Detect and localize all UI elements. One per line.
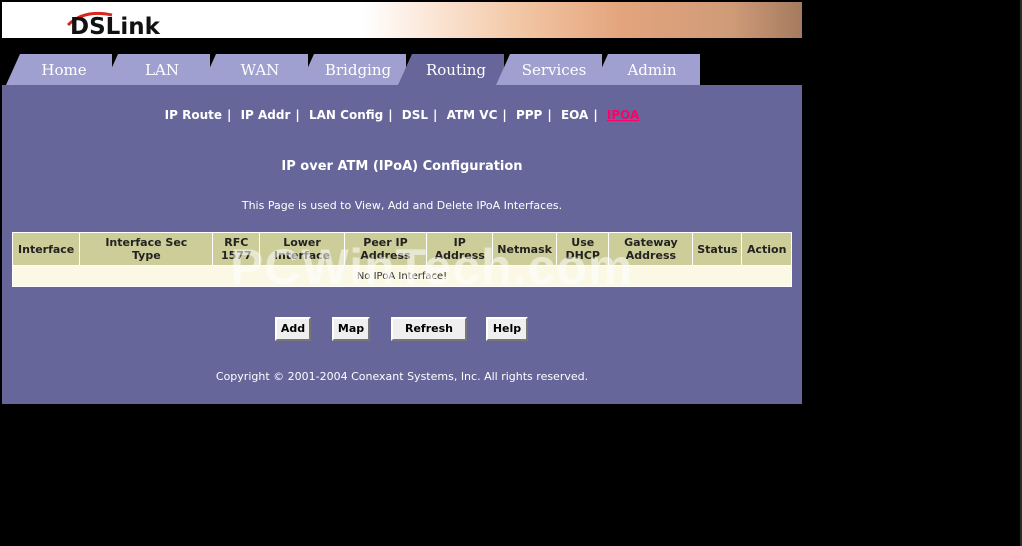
tab-label: Bridging [324, 61, 392, 79]
header-line: Interface Sec [105, 236, 188, 249]
column-header-gateway-address: Gateway Address [608, 232, 694, 266]
header-line: Interface [273, 249, 331, 262]
subnav-ipoa[interactable]: IPOA [607, 108, 639, 122]
refresh-button[interactable]: Refresh [391, 317, 467, 341]
column-header-interface: Interface [11, 232, 81, 266]
subnav-ip-addr[interactable]: IP Addr [241, 108, 291, 122]
routing-sub-nav: IP Route | IP Addr | LAN Config | DSL | ATM … [2, 108, 802, 122]
subnav-ip-route[interactable]: IP Route [165, 108, 222, 122]
column-header-interface-sec-type: Interface Sec Type [79, 232, 214, 266]
header-line: 1577 [220, 249, 252, 262]
page-description: This Page is used to View, Add and Delet… [241, 199, 563, 212]
tab-admin[interactable]: Admin [594, 54, 700, 85]
header-line: Netmask [497, 242, 552, 256]
header-line: Peer IP [363, 236, 408, 249]
empty-table-message: No IPoA Interface! [12, 265, 792, 287]
header-line: Action [746, 242, 787, 256]
tab-wan[interactable]: WAN [202, 54, 308, 85]
tab-label: Services [521, 61, 587, 79]
header-line: Interface [18, 242, 75, 256]
table-header-row: Interface Interface Sec Type RFC 1577 Lowe… [11, 232, 792, 266]
column-header-rfc-1577: RFC 1577 [212, 232, 261, 266]
tab-bridging[interactable]: Bridging [300, 54, 406, 85]
tab-lan[interactable]: LAN [104, 54, 210, 85]
header-line: Status [697, 242, 738, 256]
subnav-separator: | [502, 108, 507, 122]
tab-label: Admin [627, 61, 677, 79]
subnav-eoa[interactable]: EOA [561, 108, 588, 122]
column-header-netmask: Netmask [492, 232, 558, 266]
main-tab-strip: Home LAN WAN Bridging Routing Services A… [2, 38, 802, 85]
map-button[interactable]: Map [332, 317, 370, 341]
header-line: Address [434, 249, 485, 262]
tab-routing[interactable]: Routing [398, 54, 504, 85]
subnav-separator: | [547, 108, 552, 122]
header-line: Address [625, 249, 677, 262]
header-line: Type [131, 249, 161, 262]
column-header-ip-address: IP Address [426, 232, 494, 266]
dslink-logo: DSLink [64, 7, 184, 40]
column-header-peer-ip-address: Peer IP Address [343, 232, 428, 266]
router-config-frame: DSLink Home LAN WAN Bridging Routing Ser… [2, 2, 802, 404]
tab-label: WAN [240, 61, 280, 79]
header-line: Address [360, 249, 411, 262]
subnav-dsl[interactable]: DSL [402, 108, 428, 122]
tab-services[interactable]: Services [496, 54, 602, 85]
add-button[interactable]: Add [275, 317, 311, 341]
column-header-action: Action [741, 232, 792, 266]
logo-text: DSLink [70, 14, 160, 40]
subnav-ppp[interactable]: PPP [516, 108, 542, 122]
subnav-separator: | [227, 108, 232, 122]
header-line: IP [453, 236, 466, 249]
tab-label: Home [41, 61, 87, 79]
column-header-status: Status [692, 232, 743, 266]
column-header-lower-interface: Lower Interface [259, 232, 345, 266]
subnav-separator: | [593, 108, 598, 122]
subnav-lan-config[interactable]: LAN Config [309, 108, 383, 122]
header-line: DHCP [565, 249, 600, 262]
table-row: No IPoA Interface! [12, 265, 792, 287]
header-line: Use [571, 236, 595, 249]
header-banner: DSLink [2, 2, 802, 40]
column-header-use-dhcp: Use DHCP [556, 232, 610, 266]
subnav-separator: | [433, 108, 438, 122]
copyright-footer: Copyright © 2001-2004 Conexant Systems, … [215, 370, 589, 383]
header-line: Lower [283, 236, 321, 249]
subnav-atm-vc[interactable]: ATM VC [447, 108, 498, 122]
ipoa-interfaces-table: Interface Interface Sec Type RFC 1577 Lowe… [11, 232, 792, 287]
tab-label: LAN [145, 61, 179, 79]
page-title: IP over ATM (IPoA) Configuration [281, 159, 523, 174]
header-line: Gateway [624, 236, 678, 249]
subnav-separator: | [295, 108, 300, 122]
tab-label: Routing [425, 61, 487, 79]
subnav-separator: | [388, 108, 393, 122]
tab-home[interactable]: Home [6, 54, 112, 85]
header-line: RFC [224, 236, 249, 249]
help-button[interactable]: Help [486, 317, 528, 341]
